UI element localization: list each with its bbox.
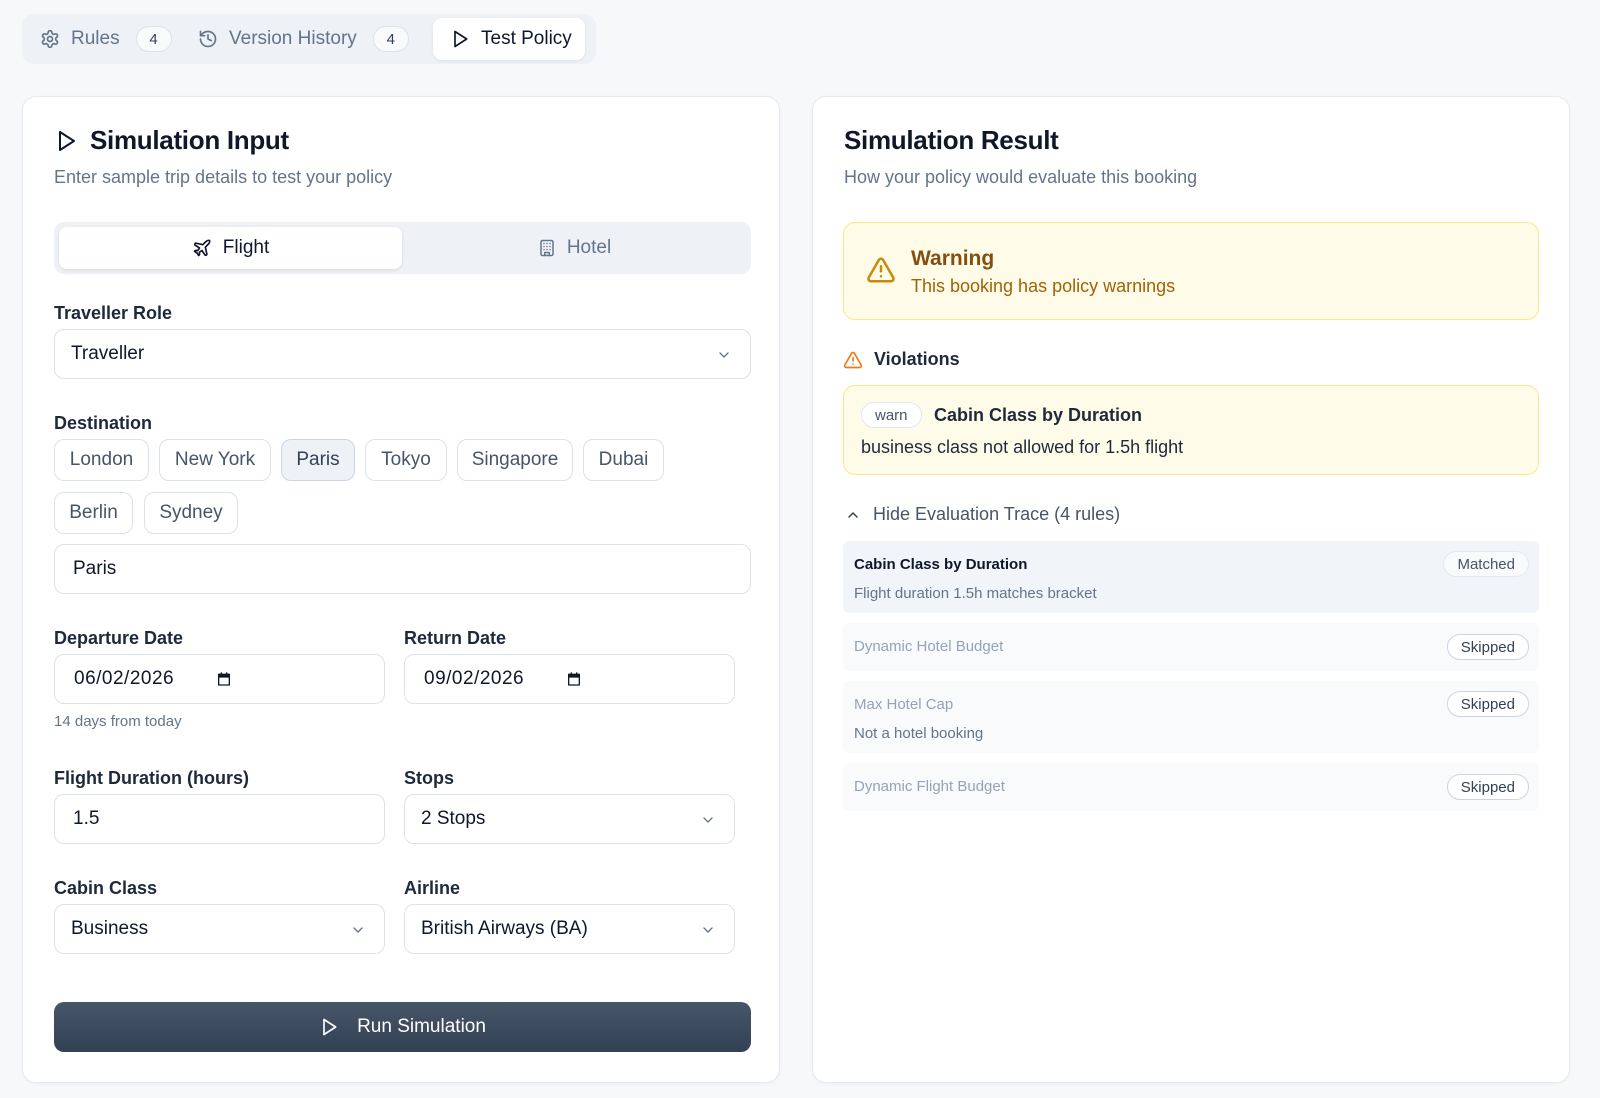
violations-label: Violations: [874, 349, 960, 369]
calendar-icon[interactable]: [216, 671, 232, 687]
run-simulation-button[interactable]: Run Simulation: [54, 1002, 751, 1052]
trace-rule-detail: Not a hotel booking: [854, 725, 984, 742]
cabin-class-label: Cabin Class: [54, 878, 158, 898]
simulation-input-title: Simulation Input: [54, 125, 289, 156]
destination-chip[interactable]: Sydney: [144, 492, 238, 534]
stops-select[interactable]: 2 Stops: [404, 794, 735, 844]
tab-rules[interactable]: Rules 4: [40, 18, 172, 60]
simulation-result-subtitle: How your policy would evaluate this book…: [844, 167, 1198, 187]
traveller-role-value: Traveller: [71, 343, 145, 364]
simulation-result-card: Simulation Result How your policy would …: [812, 96, 1570, 1083]
departure-date-label: Departure Date: [54, 628, 184, 648]
violation-item: warn Cabin Class by Duration business cl…: [843, 385, 1539, 475]
simulation-input-title-text: Simulation Input: [90, 125, 289, 155]
airline-value: British Airways (BA): [421, 918, 588, 939]
trace-row: Dynamic Hotel Budget Skipped: [843, 623, 1539, 671]
flight-duration-label: Flight Duration (hours): [54, 768, 249, 788]
trace-status-badge: Matched: [1443, 551, 1529, 577]
destination-chip[interactable]: Dubai: [583, 439, 664, 481]
departure-date-hint: 14 days from today: [54, 713, 182, 730]
departure-date-input[interactable]: 06/02/2026: [54, 654, 385, 704]
trace-row: Max Hotel Cap Not a hotel booking Skippe…: [843, 681, 1539, 753]
history-icon: [198, 29, 218, 49]
status-text: This booking has policy warnings: [911, 276, 1176, 296]
warning-triangle-icon: [843, 350, 863, 370]
play-icon: [319, 1017, 339, 1037]
destination-chip-selected[interactable]: Paris: [281, 439, 355, 481]
trace-rule-detail: Flight duration 1.5h matches bracket: [854, 585, 1097, 602]
play-icon: [54, 129, 78, 153]
destination-chip[interactable]: Tokyo: [365, 439, 447, 481]
warning-triangle-icon: [866, 255, 896, 285]
traveller-role-label: Traveller Role: [54, 303, 173, 323]
trace-row: Cabin Class by Duration Flight duration …: [843, 541, 1539, 613]
traveller-role-select[interactable]: Traveller: [54, 329, 751, 379]
destination-input[interactable]: Paris: [54, 544, 751, 594]
cabin-class-value: Business: [71, 918, 149, 939]
departure-date-value: 06/02/2026: [74, 668, 175, 689]
trace-status-badge: Skipped: [1446, 774, 1529, 800]
destination-chip[interactable]: Singapore: [457, 439, 573, 481]
chevron-down-icon: [700, 922, 716, 938]
tab-rules-label: Rules: [71, 28, 120, 49]
trace-toggle-button[interactable]: Hide Evaluation Trace (4 rules): [845, 504, 1120, 525]
tab-test-policy-label: Test Policy: [481, 28, 572, 49]
flight-mode-button[interactable]: Flight: [59, 227, 402, 269]
flight-duration-value: 1.5: [73, 808, 100, 829]
result-status-banner: Warning This booking has policy warnings: [843, 222, 1539, 320]
violation-message: business class not allowed for 1.5h flig…: [861, 437, 1184, 457]
destination-input-value: Paris: [73, 558, 117, 579]
simulation-input-subtitle: Enter sample trip details to test your p…: [54, 167, 393, 187]
destination-label: Destination: [54, 413, 153, 433]
hotel-mode-button[interactable]: Hotel: [403, 227, 746, 269]
flight-duration-input[interactable]: 1.5: [54, 794, 385, 844]
violations-heading: Violations: [843, 349, 960, 370]
return-date-value: 09/02/2026: [424, 668, 525, 689]
rules-count-badge: 4: [135, 26, 172, 52]
tab-version-history[interactable]: Version History 4: [198, 18, 409, 60]
stops-label: Stops: [404, 768, 455, 788]
play-icon: [450, 29, 470, 49]
gear-icon: [40, 29, 60, 49]
airline-select[interactable]: British Airways (BA): [404, 904, 735, 954]
building-icon: [538, 239, 556, 257]
chevron-down-icon: [350, 922, 366, 938]
trace-rule-name: Max Hotel Cap: [854, 696, 954, 713]
chevron-down-icon: [700, 812, 716, 828]
flight-mode-label: Flight: [222, 237, 270, 258]
calendar-icon[interactable]: [566, 671, 582, 687]
chevron-down-icon: [716, 347, 732, 363]
return-date-label: Return Date: [404, 628, 507, 648]
run-simulation-label: Run Simulation: [357, 1016, 486, 1037]
trace-status-badge: Skipped: [1446, 691, 1529, 717]
violation-rule-name: Cabin Class by Duration: [934, 405, 1143, 425]
trace-rule-name: Dynamic Hotel Budget: [854, 638, 1004, 655]
plane-icon: [192, 238, 212, 258]
stops-value: 2 Stops: [421, 808, 486, 829]
chevron-up-icon: [845, 507, 861, 523]
status-title: Warning: [911, 247, 995, 270]
destination-chip[interactable]: Berlin: [54, 492, 133, 534]
destination-chip[interactable]: London: [54, 439, 149, 481]
hotel-mode-label: Hotel: [566, 237, 612, 258]
trace-status-badge: Skipped: [1446, 634, 1529, 660]
trace-toggle-label: Hide Evaluation Trace (4 rules): [873, 504, 1121, 524]
trace-rule-name: Dynamic Flight Budget: [854, 778, 1005, 795]
tab-version-history-label: Version History: [229, 28, 357, 49]
return-date-input[interactable]: 09/02/2026: [404, 654, 735, 704]
booking-type-toggle: Flight Hotel: [54, 222, 751, 274]
destination-chip[interactable]: New York: [159, 439, 271, 481]
history-count-badge: 4: [372, 26, 409, 52]
severity-badge: warn: [861, 402, 922, 428]
simulation-input-card: Simulation Input Enter sample trip detai…: [22, 96, 780, 1083]
trace-rule-name: Cabin Class by Duration: [854, 556, 1028, 573]
view-tabs: Rules 4 Version History 4 Test Policy: [22, 14, 596, 64]
airline-label: Airline: [404, 878, 461, 898]
cabin-class-select[interactable]: Business: [54, 904, 385, 954]
simulation-result-title: Simulation Result: [844, 125, 1059, 155]
trace-row: Dynamic Flight Budget Skipped: [843, 763, 1539, 811]
tab-test-policy[interactable]: Test Policy: [433, 18, 585, 60]
